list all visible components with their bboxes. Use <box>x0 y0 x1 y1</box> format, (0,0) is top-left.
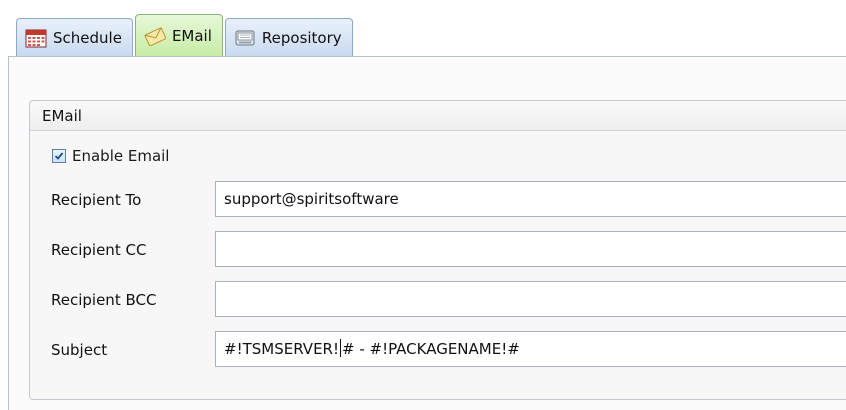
recipient-cc-label: Recipient CC <box>51 241 147 259</box>
subject-text-after-caret: # - #!PACKAGENAME!# <box>341 340 520 358</box>
envelope-icon <box>144 26 166 46</box>
text-caret <box>339 339 341 357</box>
tab-email-label: EMail <box>171 26 212 45</box>
subject-row: Subject #!TSMSERVER! # - #!PACKAGENAME!# <box>30 331 846 369</box>
recipient-to-input[interactable]: support@spiritsoftware <box>215 181 846 217</box>
recipient-bcc-input[interactable] <box>215 281 846 317</box>
enable-email-checkbox[interactable] <box>52 149 66 163</box>
enable-email-label[interactable]: Enable Email <box>72 147 169 165</box>
email-group-header: EMail <box>30 101 846 131</box>
subject-label: Subject <box>51 341 108 359</box>
subject-input[interactable]: #!TSMSERVER! # - #!PACKAGENAME!# <box>215 331 846 367</box>
subject-text-before-caret: #!TSMSERVER! <box>224 340 339 358</box>
enable-email-row: Enable Email <box>52 147 169 165</box>
tab-bar: Schedule EMail Repository <box>16 14 353 56</box>
tab-email[interactable]: EMail <box>134 14 223 56</box>
calendar-icon <box>25 29 47 47</box>
tab-schedule[interactable]: Schedule <box>16 18 133 56</box>
recipient-bcc-label: Recipient BCC <box>51 291 157 309</box>
checkmark-icon <box>54 152 64 160</box>
tab-repository[interactable]: Repository <box>224 18 353 56</box>
email-group: EMail Enable Email Recipient To support@… <box>29 100 846 400</box>
tab-schedule-label: Schedule <box>53 28 122 47</box>
recipient-to-row: Recipient To support@spiritsoftware <box>30 181 846 219</box>
recipient-to-label: Recipient To <box>51 191 142 209</box>
email-group-title: EMail <box>42 106 82 125</box>
repository-icon <box>235 30 255 45</box>
recipient-cc-row: Recipient CC <box>30 231 846 269</box>
tab-repository-label: Repository <box>261 28 342 47</box>
recipient-cc-input[interactable] <box>215 231 846 267</box>
recipient-bcc-row: Recipient BCC <box>30 281 846 319</box>
